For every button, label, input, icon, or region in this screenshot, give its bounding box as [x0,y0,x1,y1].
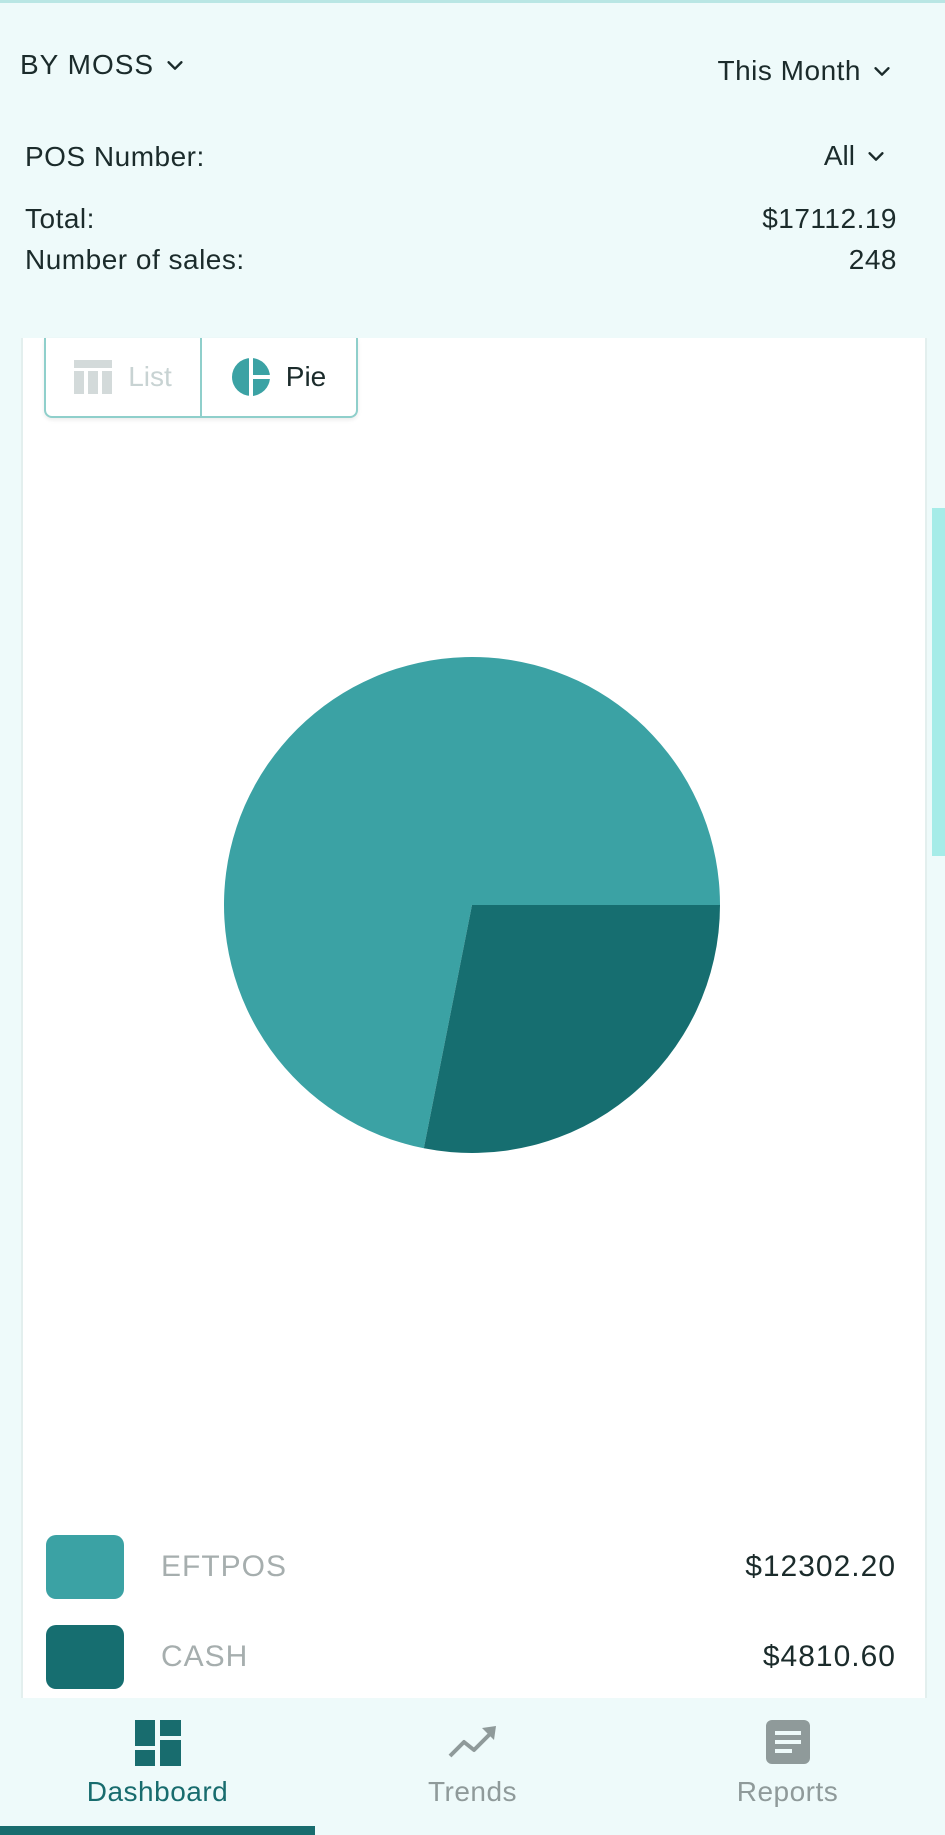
pos-number-dropdown[interactable]: All [824,140,887,172]
legend-label-cash: CASH [161,1640,249,1673]
scrollbar-thumb[interactable] [932,508,945,856]
nav-reports[interactable]: Reports [630,1698,945,1835]
pie-chart-icon [231,358,270,396]
pie-chart [224,657,720,1153]
store-dropdown[interactable]: BY MOSS [20,49,186,81]
store-label: BY MOSS [20,49,155,80]
chevron-down-icon [874,67,890,76]
pos-number-label: POS Number: [25,141,205,172]
pie-slice-cash[interactable] [423,905,720,1153]
list-view-button[interactable]: List [46,338,202,416]
header: BY MOSS This Month POS Number: All Total… [0,3,945,338]
sales-count-value: 248 [848,244,897,275]
legend-item-eftpos: EFTPOS $12302.20 [46,1535,922,1599]
legend-label-eftpos: EFTPOS [161,1550,288,1583]
chevron-down-icon [167,61,183,70]
nav-trends[interactable]: Trends [315,1698,630,1835]
bottom-nav: Dashboard Trends Reports [0,1698,945,1835]
view-toggle: List Pie [44,338,358,418]
nav-reports-label: Reports [736,1776,839,1807]
total-label: Total: [25,203,95,234]
period-label: This Month [717,55,861,86]
pos-number-value: All [823,140,855,171]
nav-dashboard-label: Dashboard [86,1776,229,1807]
nav-dashboard[interactable]: Dashboard [0,1698,315,1835]
legend-value-eftpos: $12302.20 [745,1550,896,1583]
app-root: BY MOSS This Month POS Number: All Total… [0,0,945,1835]
pie-chart-svg [224,657,720,1153]
legend-swatch-cash [46,1625,124,1689]
legend-item-cash: CASH $4810.60 [46,1625,922,1689]
table-icon [74,360,113,394]
legend-swatch-eftpos [46,1535,124,1599]
chevron-down-icon [868,152,884,161]
sales-count-label: Number of sales: [25,244,245,275]
list-view-label: List [128,361,172,392]
dashboard-icon [134,1720,181,1766]
period-dropdown[interactable]: This Month [718,55,894,87]
trending-up-icon [448,1726,496,1758]
nav-active-indicator [0,1826,315,1835]
legend-value-cash: $4810.60 [762,1640,896,1673]
total-value: $17112.19 [762,203,897,234]
nav-trends-label: Trends [427,1776,518,1807]
report-icon [765,1720,810,1764]
pie-view-button[interactable]: Pie [202,338,356,416]
pie-view-label: Pie [285,361,327,392]
